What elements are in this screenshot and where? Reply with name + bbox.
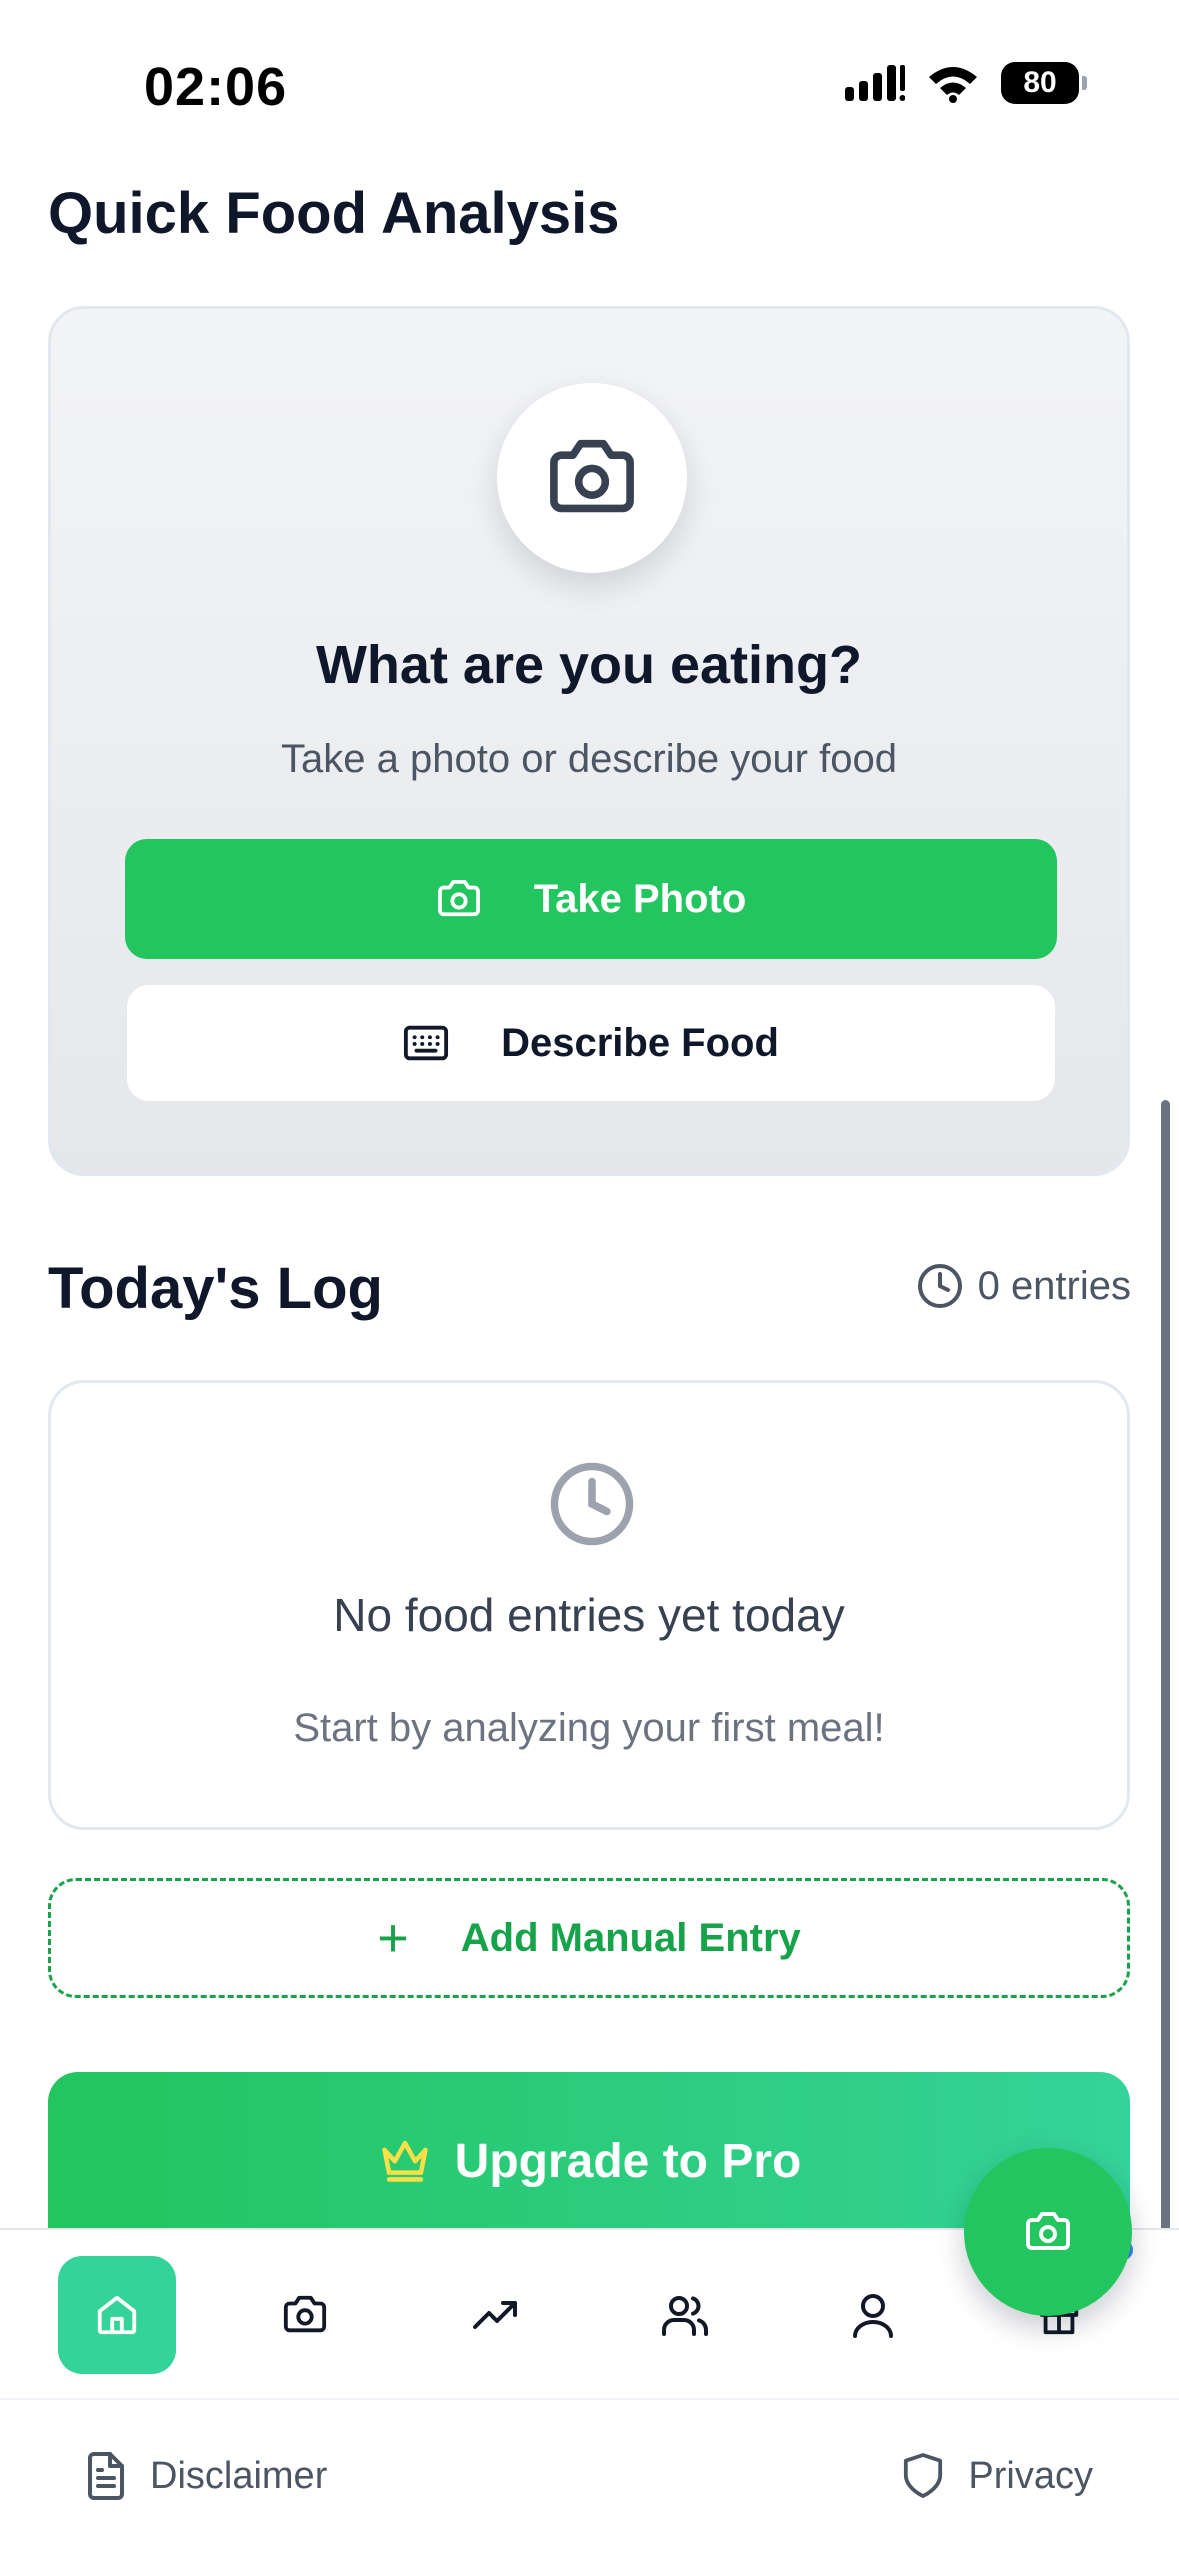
footer: Disclaimer Privacy — [0, 2398, 1179, 2556]
shield-icon — [904, 2453, 943, 2498]
clock-icon — [550, 1462, 634, 1546]
describe-food-button[interactable]: Describe Food — [127, 985, 1055, 1101]
camera-icon — [550, 439, 634, 513]
privacy-label: Privacy — [968, 2454, 1093, 2497]
quick-analysis-title: Quick Food Analysis — [48, 181, 620, 246]
nav-profile[interactable] — [814, 2256, 932, 2374]
signal-icon — [845, 65, 905, 101]
nav-community[interactable] — [626, 2256, 744, 2374]
empty-title: No food entries yet today — [333, 1589, 845, 1641]
camera-icon — [283, 2295, 327, 2333]
user-icon — [853, 2294, 893, 2338]
plus-icon: + — [377, 1908, 409, 1968]
empty-log-card: No food entries yet today Start by analy… — [48, 1380, 1130, 1830]
qa-subtitle: Take a photo or describe your food — [281, 737, 897, 781]
entries-count-label: 0 entries — [977, 1263, 1131, 1308]
nav-trends[interactable] — [436, 2256, 554, 2374]
users-icon — [662, 2296, 709, 2336]
trending-icon — [473, 2301, 517, 2329]
battery-level: 80 — [1023, 66, 1057, 99]
battery-icon: 80 — [1001, 62, 1087, 104]
quick-camera-fab[interactable] — [964, 2148, 1132, 2316]
take-photo-button[interactable]: Take Photo — [125, 839, 1057, 959]
quick-analysis-card: What are you eating? Take a photo or des… — [48, 306, 1130, 1176]
status-bar: 02:06 80 — [0, 0, 1179, 160]
status-time: 02:06 — [144, 57, 288, 117]
camera-icon — [1026, 2212, 1070, 2250]
add-manual-entry-label: Add Manual Entry — [460, 1915, 801, 1960]
nav-home[interactable] — [58, 2256, 176, 2374]
clock-icon — [917, 1264, 962, 1308]
camera-circle[interactable] — [497, 383, 687, 573]
describe-food-label: Describe Food — [501, 1020, 779, 1065]
upgrade-label: Upgrade to Pro — [454, 2135, 802, 2188]
disclaimer-link[interactable]: Disclaimer — [86, 2452, 327, 2500]
home-icon — [97, 2295, 137, 2335]
wifi-icon — [929, 67, 977, 103]
take-photo-label: Take Photo — [533, 876, 747, 921]
entries-count: 0 entries — [916, 1262, 1131, 1310]
empty-subtitle: Start by analyzing your first meal! — [293, 1706, 885, 1750]
camera-icon — [437, 879, 480, 917]
qa-heading: What are you eating? — [315, 635, 863, 695]
document-icon — [88, 2452, 124, 2500]
disclaimer-label: Disclaimer — [150, 2454, 328, 2497]
crown-icon — [381, 2140, 428, 2182]
scrollbar[interactable] — [1161, 1100, 1170, 2255]
todays-log-title: Today's Log — [48, 1256, 383, 1321]
status-icons: 80 — [845, 62, 1087, 104]
add-manual-entry-button[interactable]: + Add Manual Entry — [48, 1878, 1130, 1998]
privacy-link[interactable]: Privacy — [902, 2452, 1093, 2500]
nav-camera[interactable] — [246, 2256, 364, 2374]
keyboard-icon — [404, 1025, 449, 1061]
